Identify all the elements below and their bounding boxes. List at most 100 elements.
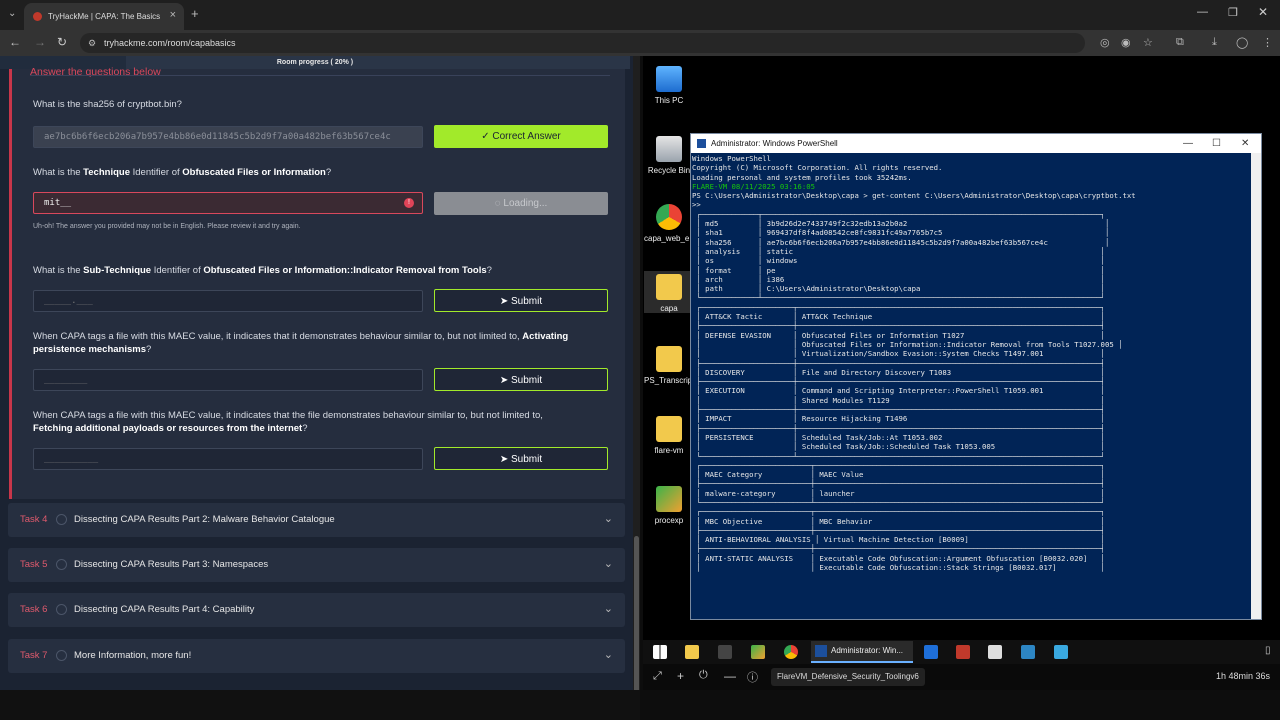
file-explorer-icon[interactable] — [685, 645, 699, 659]
minimize-icon[interactable]: — — [1197, 6, 1208, 18]
page-scrollbar[interactable] — [633, 56, 640, 696]
profile-icon[interactable]: ◯ — [1236, 36, 1248, 49]
console-line: ├─────────────────────────┼─────────────… — [692, 525, 1105, 535]
menu-icon[interactable]: ⋮ — [1262, 36, 1273, 49]
task-6-accordion[interactable]: Task 6 Dissecting CAPA Results Part 4: C… — [8, 593, 625, 627]
send-icon: ➤ — [499, 375, 512, 386]
question-2-error-message: Uh-oh! The answer you provided may not b… — [33, 223, 301, 230]
console-line: >> — [692, 200, 701, 210]
submit-button-q5[interactable]: ➤ Submit — [434, 447, 608, 470]
tryhackme-favicon-icon — [33, 12, 42, 21]
restore-icon[interactable]: ❐ — [1228, 6, 1238, 19]
terminal-icon[interactable] — [718, 645, 732, 659]
question-2-answer-field[interactable]: mit__ ! — [33, 192, 423, 214]
question-4-answer-field[interactable]: ________ — [33, 369, 423, 391]
desktop-icon-procexp[interactable]: procexp — [644, 486, 694, 525]
console-line: │ IMPACT │ Resource Hijacking T1496 │ — [692, 414, 1105, 424]
minus-icon[interactable]: — — [724, 669, 736, 683]
power-icon[interactable]: ⏻ — [699, 669, 708, 682]
loading-button[interactable]: ◌ Loading... — [434, 192, 608, 215]
chevron-down-icon[interactable]: ⌄ — [604, 512, 613, 525]
console-line: ├─────────────────────┼─────────────────… — [692, 321, 1105, 331]
desktop-icon-label: procexp — [654, 516, 684, 525]
app-icon-monitor[interactable] — [1021, 645, 1035, 659]
notification-icon[interactable]: ▯ — [1265, 645, 1271, 656]
powershell-scrollbar[interactable] — [1251, 153, 1261, 619]
ps-minimize-icon[interactable]: — — [1183, 134, 1193, 153]
add-icon[interactable]: + — [677, 669, 684, 683]
chevron-down-icon[interactable]: ⌄ — [604, 648, 613, 661]
desktop-icon-flare-vm[interactable]: flare-vm — [644, 416, 694, 455]
desktop-icon-recycle-bin[interactable]: Recycle Bin — [644, 136, 694, 175]
app-icon-check[interactable] — [1054, 645, 1068, 659]
chevron-down-icon[interactable]: ⌄ — [604, 602, 613, 615]
fullscreen-icon[interactable]: ⤢ — [653, 670, 662, 683]
close-window-icon[interactable]: ✕ — [1258, 5, 1268, 19]
question-1-answer-field[interactable]: ae7bc6b6f6ecb206a7b957e4bb86e0d11845c5b2… — [33, 126, 423, 148]
console-line: │ malware-category │ launcher │ — [692, 488, 1105, 498]
powershell-console[interactable]: Windows PowerShell Copyright (C) Microsof… — [691, 153, 1251, 619]
powershell-window[interactable]: Administrator: Windows PowerShell — ☐ ✕ … — [690, 133, 1262, 620]
ps-close-icon[interactable]: ✕ — [1241, 134, 1249, 153]
desktop-icon-capa[interactable]: capa — [644, 271, 694, 313]
console-line: │ sha1 │ 969437df8f4ad08542ce8fc9831fc49… — [692, 228, 1110, 238]
powershell-icon — [697, 139, 706, 148]
start-icon[interactable] — [653, 645, 667, 659]
tracking-icon[interactable]: ◉ — [1121, 36, 1131, 49]
url-field[interactable]: ⚙ tryhackme.com/room/capabasics — [80, 33, 1085, 53]
app-icon-blue[interactable] — [924, 645, 938, 659]
extensions-icon[interactable]: ⧉ — [1176, 36, 1184, 49]
browser-tab[interactable]: TryHackMe | CAPA: The Basics × — [24, 3, 184, 30]
desktop-icon-ps-transcripts[interactable]: PS_Transcripts — [644, 346, 698, 385]
taskbar-powershell-item[interactable]: Administrator: Win... — [811, 641, 913, 663]
back-icon[interactable]: ← — [9, 35, 21, 49]
forward-icon[interactable]: → — [34, 35, 46, 49]
correct-answer-button[interactable]: ✓ Correct Answer — [434, 125, 608, 148]
question-5-answer-field[interactable]: __________ — [33, 448, 423, 470]
question-1-text: What is the sha256 of cryptbot.bin? — [33, 99, 182, 110]
info-icon[interactable]: ⓘ — [747, 669, 758, 685]
app-icon-red[interactable] — [956, 645, 970, 659]
windows-app-icon[interactable] — [751, 645, 765, 659]
app-icon-x[interactable] — [988, 645, 1002, 659]
console-line: PS C:\Users\Administrator\Desktop\capa >… — [692, 191, 1136, 201]
new-tab-icon[interactable]: + — [191, 6, 199, 21]
site-info-icon[interactable]: ⚙ — [88, 33, 96, 53]
task-status-icon — [56, 514, 67, 525]
chevron-down-icon[interactable]: ⌄ — [604, 557, 613, 570]
tab-search-icon[interactable]: ⌄ — [8, 8, 16, 19]
desktop-icon-this-pc[interactable]: This PC — [644, 66, 694, 105]
console-line: │ │ Obfuscated Files or Information::Ind… — [692, 339, 1123, 349]
task-number: Task 6 — [20, 604, 48, 615]
submit-button-q3[interactable]: ➤ Submit — [434, 289, 608, 312]
chrome-icon[interactable] — [784, 645, 798, 659]
powershell-title: Administrator: Windows PowerShell — [711, 139, 838, 148]
console-line: ├─────────────────────┼─────────────────… — [692, 377, 1105, 387]
task-4-accordion[interactable]: Task 4 Dissecting CAPA Results Part 2: M… — [8, 503, 625, 537]
desktop-icon-label: flare-vm — [654, 446, 684, 455]
task-number: Task 7 — [20, 650, 48, 661]
task-7-accordion[interactable]: Task 7 More Information, more fun! ⌄ — [8, 639, 625, 673]
console-line: │ │ Shared Modules T1129 │ — [692, 395, 1105, 405]
question-3-text: What is the Sub-Technique Identifier of … — [33, 265, 492, 276]
computer-icon — [656, 66, 682, 92]
send-icon: ➤ — [499, 296, 512, 307]
question-3-answer-field[interactable]: _____.___ — [33, 290, 423, 312]
ps-maximize-icon[interactable]: ☐ — [1212, 134, 1221, 153]
procexp-icon — [656, 486, 682, 512]
console-line: │ md5 │ 3b9d26d2e7433749f2c32edb13a2b0a2… — [692, 219, 1110, 229]
reload-icon[interactable]: ↻ — [57, 35, 67, 49]
desktop-icon-capa-web[interactable]: capa_web_e... — [644, 204, 696, 243]
submit-button-q4[interactable]: ➤ Submit — [434, 368, 608, 391]
download-icon[interactable]: ⤓ — [1212, 36, 1217, 49]
powershell-title-bar[interactable]: Administrator: Windows PowerShell — ☐ ✕ — [691, 134, 1261, 153]
console-line: │ DEFENSE EVASION │ Obfuscated Files or … — [692, 330, 1105, 340]
scrollbar-thumb[interactable] — [634, 536, 639, 696]
eye-off-icon[interactable]: ◎ — [1100, 36, 1110, 49]
task-status-icon — [56, 559, 67, 570]
task-5-accordion[interactable]: Task 5 Dissecting CAPA Results Part 3: N… — [8, 548, 625, 582]
bookmark-star-icon[interactable]: ☆ — [1143, 36, 1153, 49]
browser-tab-bar: ⌄ TryHackMe | CAPA: The Basics × + — ❐ ✕ — [0, 0, 1280, 30]
close-tab-icon[interactable]: × — [170, 9, 176, 21]
tab-title: TryHackMe | CAPA: The Basics — [48, 12, 161, 21]
